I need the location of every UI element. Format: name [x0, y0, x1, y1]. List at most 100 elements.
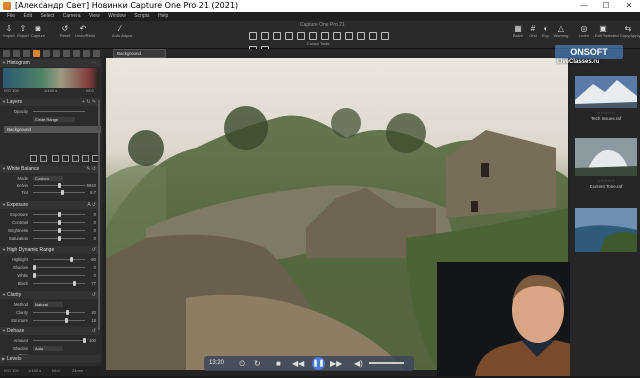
reset-small-icon[interactable]: ↺ [92, 246, 96, 254]
mask-icon[interactable] [72, 155, 79, 162]
tab-metadata[interactable] [73, 50, 80, 57]
tab-batch[interactable] [93, 50, 100, 57]
circle-range-field[interactable]: Circle Range [33, 117, 75, 122]
highlight-slider[interactable] [33, 259, 85, 260]
copy-apply-button[interactable]: ⇆ Copy/Apply [620, 24, 640, 39]
menu-camera[interactable]: Camera [63, 12, 81, 21]
thumbnail-2-rating[interactable]: ☆☆☆☆☆ [575, 178, 637, 183]
speed-icon[interactable]: ⏲ [239, 358, 245, 369]
crop-tool-icon[interactable] [285, 32, 293, 40]
tab-color[interactable] [33, 50, 40, 57]
histogram-header[interactable]: ▼ Histogram ⋯ [0, 59, 100, 67]
edit-selected-button[interactable]: ▣ Edit Selected [595, 24, 619, 39]
tab-exposure[interactable] [43, 50, 50, 57]
export-button[interactable]: ⇧ Export [15, 24, 31, 39]
eyedropper-icon[interactable]: ✎ ↺ [86, 165, 96, 173]
exposure-knob[interactable] [58, 212, 61, 217]
clarity-slider[interactable] [33, 312, 85, 313]
exposure-warning-button[interactable]: ◐ Exp. [538, 24, 554, 39]
menu-scripts[interactable]: Scripts [134, 12, 149, 21]
dehaze-slider[interactable] [33, 340, 85, 341]
eyedropper-tool-icon[interactable] [357, 32, 365, 40]
volume-slider[interactable] [369, 362, 404, 364]
auto-icon[interactable]: A ↺ [87, 201, 96, 209]
dehaze-header[interactable]: ▼ Dehaze ↺ [0, 327, 100, 335]
menu-help[interactable]: Help [158, 12, 168, 21]
white-balance-header[interactable]: ▼ White Balance ✎ ↺ [0, 165, 100, 173]
auto-adjust-button[interactable]: ⁄ Auto Adjust [112, 24, 132, 39]
dehaze-shadow-field[interactable]: Auto [33, 346, 63, 351]
pan-tool-icon[interactable] [249, 32, 257, 40]
levels-header[interactable]: ▶ Levels [0, 355, 100, 363]
tab-output[interactable] [83, 50, 90, 57]
tab-library[interactable] [3, 50, 10, 57]
white-slider[interactable] [33, 275, 85, 276]
highlight-knob[interactable] [70, 257, 73, 262]
clarity-header[interactable]: ▼ Clarity ↺ [0, 291, 100, 299]
layer-select[interactable]: Background [113, 49, 166, 58]
exposure-header[interactable]: ▼ Exposure A ↺ [0, 201, 100, 209]
maximize-button[interactable]: ☐ [601, 1, 611, 11]
clarity-method-select[interactable]: Natural [33, 302, 63, 307]
thumbnail-2[interactable] [575, 138, 637, 180]
tab-adjustments[interactable] [63, 50, 70, 57]
select-tool-icon[interactable] [261, 32, 269, 40]
gradient-icon[interactable] [62, 155, 69, 162]
reset-small-icon[interactable]: ↺ [92, 327, 96, 335]
batch-button[interactable]: ▦ Batch [510, 24, 526, 39]
kelvin-knob[interactable] [58, 183, 61, 188]
rewind-icon[interactable]: ◀◀ [292, 358, 304, 369]
menu-edit[interactable]: Edit [23, 12, 32, 21]
forward-icon[interactable]: ▶▶ [330, 358, 342, 369]
brightness-knob[interactable] [58, 228, 61, 233]
tint-slider[interactable] [33, 192, 85, 193]
menu-file[interactable]: File [7, 12, 15, 21]
clarity-knob[interactable] [66, 310, 69, 315]
thumbnail-1-rating[interactable]: ☆☆☆☆☆ [575, 110, 637, 115]
volume-icon[interactable]: ◀) [354, 358, 363, 369]
brush-icon[interactable] [40, 155, 47, 162]
left-panel-scrollbar[interactable] [98, 100, 100, 330]
contrast-knob[interactable] [58, 220, 61, 225]
capture-button[interactable]: ◙ Capture [30, 24, 46, 39]
pause-button[interactable]: ❚❚ [312, 357, 325, 370]
layer-view-icon[interactable] [30, 155, 37, 162]
shadow-slider[interactable] [33, 267, 85, 268]
opacity-slider[interactable] [33, 111, 85, 112]
learn-button[interactable]: ◎ Learn [576, 24, 592, 39]
tab-capture[interactable] [13, 50, 20, 57]
black-slider[interactable] [33, 283, 85, 284]
minimize-button[interactable]: — [579, 1, 589, 11]
close-button[interactable]: ✕ [624, 1, 634, 11]
menu-window[interactable]: Window [108, 12, 126, 21]
black-knob[interactable] [73, 281, 76, 286]
white-knob[interactable] [33, 273, 36, 278]
structure-knob[interactable] [65, 318, 68, 323]
replay-icon[interactable]: ↻ [254, 358, 261, 369]
undo-redo-button[interactable]: ↶ Undo/Redo [75, 24, 95, 39]
fill-icon[interactable] [82, 155, 89, 162]
layer-add-icon[interactable]: + ↻ ✎ [82, 98, 96, 106]
keystone-tool-icon[interactable] [309, 32, 317, 40]
zoom-tool-icon[interactable] [273, 32, 281, 40]
thumbnail-3[interactable] [575, 208, 637, 252]
text-tool-icon[interactable] [381, 32, 389, 40]
shadow-knob[interactable] [33, 265, 36, 270]
structure-slider[interactable] [33, 320, 85, 321]
menu-select[interactable]: Select [40, 12, 54, 21]
tab-lens[interactable] [23, 50, 30, 57]
eraser-icon[interactable] [52, 155, 59, 162]
wb-mode-select[interactable]: Custom [33, 176, 63, 181]
stop-icon[interactable]: ■ [276, 358, 281, 369]
menu-dots-icon[interactable]: ⋯ [91, 59, 96, 67]
brush-tool-icon[interactable] [333, 32, 341, 40]
annotate-tool-icon[interactable] [369, 32, 377, 40]
gradient-tool-icon[interactable] [345, 32, 353, 40]
saturation-knob[interactable] [58, 236, 61, 241]
tab-details[interactable] [53, 50, 60, 57]
warning-button[interactable]: △ Warning [553, 24, 569, 39]
layers-header[interactable]: ▼ Layers + ↻ ✎ [0, 98, 100, 106]
hdr-header[interactable]: ▼ High Dynamic Range ↺ [0, 246, 100, 254]
reset-button[interactable]: ↺ Reset [57, 24, 73, 39]
tint-knob[interactable] [61, 190, 64, 195]
